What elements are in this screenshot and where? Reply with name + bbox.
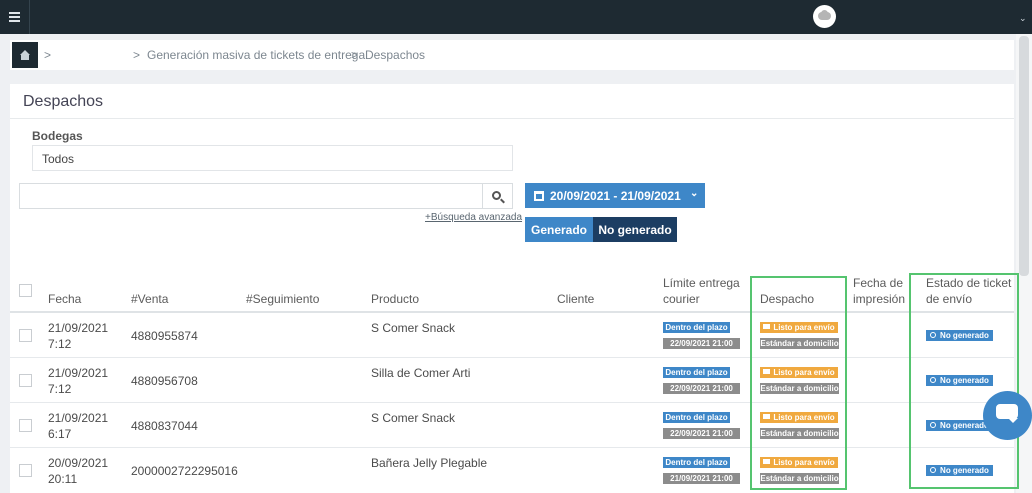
- breadcrumb-separator: >: [351, 48, 359, 62]
- col-header-limite[interactable]: Límite entrega: [663, 275, 740, 291]
- row-checkbox[interactable]: [19, 329, 32, 342]
- breadcrumb-item-despachos: Despachos: [365, 48, 426, 62]
- search-button[interactable]: [483, 183, 513, 209]
- highlight-despacho-column: [750, 276, 847, 490]
- col-header-fecha[interactable]: Fecha: [48, 291, 81, 307]
- advanced-search-link[interactable]: +Búsqueda avanzada: [425, 212, 522, 223]
- row-venta[interactable]: 4880955874: [131, 328, 198, 344]
- plazo-badge: Dentro del plazo: [663, 412, 730, 423]
- chat-button[interactable]: [983, 391, 1032, 440]
- col-header-limite-2[interactable]: courier: [663, 291, 700, 307]
- col-header-producto[interactable]: Producto: [371, 291, 419, 307]
- row-hora: 20:11: [48, 472, 78, 486]
- row-venta[interactable]: 4880837044: [131, 418, 198, 434]
- breadcrumb-separator: >: [44, 48, 52, 62]
- col-header-seguimiento[interactable]: #Seguimiento: [246, 291, 319, 307]
- row-hora: 6:17: [48, 427, 72, 441]
- plazo-badge: Dentro del plazo: [663, 322, 730, 333]
- scrollbar-thumb[interactable]: [1019, 36, 1029, 276]
- table-header-divider: [10, 311, 1014, 313]
- row-divider: [10, 402, 1014, 403]
- row-venta[interactable]: 2000002722295016: [131, 463, 238, 479]
- row-producto: Bañera Jelly Plegable: [371, 456, 488, 470]
- breadcrumb-separator: >: [133, 48, 141, 62]
- row-checkbox[interactable]: [19, 374, 32, 387]
- tab-generado[interactable]: Generado: [525, 217, 593, 242]
- divider: [10, 118, 1014, 119]
- date-range-value: 20/09/2021 - 21/09/2021: [550, 189, 681, 203]
- select-all-checkbox[interactable]: [19, 284, 32, 297]
- chevron-down-icon[interactable]: ⌄: [1019, 13, 1027, 24]
- date-range-button[interactable]: 20/09/2021 - 21/09/2021 ⌄: [525, 183, 705, 208]
- row-fecha: 21/09/2021: [48, 411, 109, 425]
- bodegas-label: Bodegas: [32, 129, 83, 143]
- calendar-icon: [534, 191, 544, 201]
- hamburger-icon[interactable]: [0, 0, 30, 34]
- row-producto: S Comer Snack: [371, 321, 456, 335]
- row-fecha: 21/09/2021: [48, 321, 109, 335]
- page-title: Despachos: [23, 93, 104, 110]
- col-header-impresion[interactable]: Fecha de: [853, 275, 903, 291]
- highlight-estado-column: [909, 273, 1019, 489]
- limite-badge: 22/09/2021 21:00: [663, 338, 740, 349]
- top-navbar: [0, 0, 1032, 34]
- col-header-venta[interactable]: #Venta: [131, 291, 168, 307]
- tab-no-generado[interactable]: No generado: [593, 217, 677, 242]
- row-hora: 7:12: [48, 382, 72, 396]
- search-input[interactable]: [19, 183, 483, 209]
- plazo-badge: Dentro del plazo: [663, 457, 730, 468]
- row-producto: Silla de Comer Arti: [371, 366, 471, 380]
- row-checkbox[interactable]: [19, 464, 32, 477]
- chat-bubble-icon: [996, 404, 1018, 419]
- row-divider: [10, 357, 1014, 358]
- row-fecha: 20/09/2021: [48, 456, 109, 470]
- row-fecha: 21/09/2021: [48, 366, 109, 380]
- limite-badge: 22/09/2021 21:00: [663, 383, 740, 394]
- row-producto: S Comer Snack: [371, 411, 456, 425]
- bodegas-select[interactable]: Todos: [32, 145, 513, 171]
- chevron-down-icon: ⌄: [690, 188, 699, 199]
- row-hora: 7:12: [48, 337, 72, 351]
- home-icon[interactable]: [12, 42, 38, 68]
- col-header-cliente[interactable]: Cliente: [557, 291, 594, 307]
- row-checkbox[interactable]: [19, 419, 32, 432]
- limite-badge: 22/09/2021 21:00: [663, 428, 740, 439]
- row-divider: [10, 447, 1014, 448]
- row-venta[interactable]: 4880956708: [131, 373, 198, 389]
- col-header-impresion-2[interactable]: impresión: [853, 291, 905, 307]
- plazo-badge: Dentro del plazo: [663, 367, 730, 378]
- limite-badge: 21/09/2021 21:00: [663, 473, 740, 484]
- avatar[interactable]: [813, 5, 836, 28]
- breadcrumb-item-generacion[interactable]: Generación masiva de tickets de entrega: [147, 48, 365, 62]
